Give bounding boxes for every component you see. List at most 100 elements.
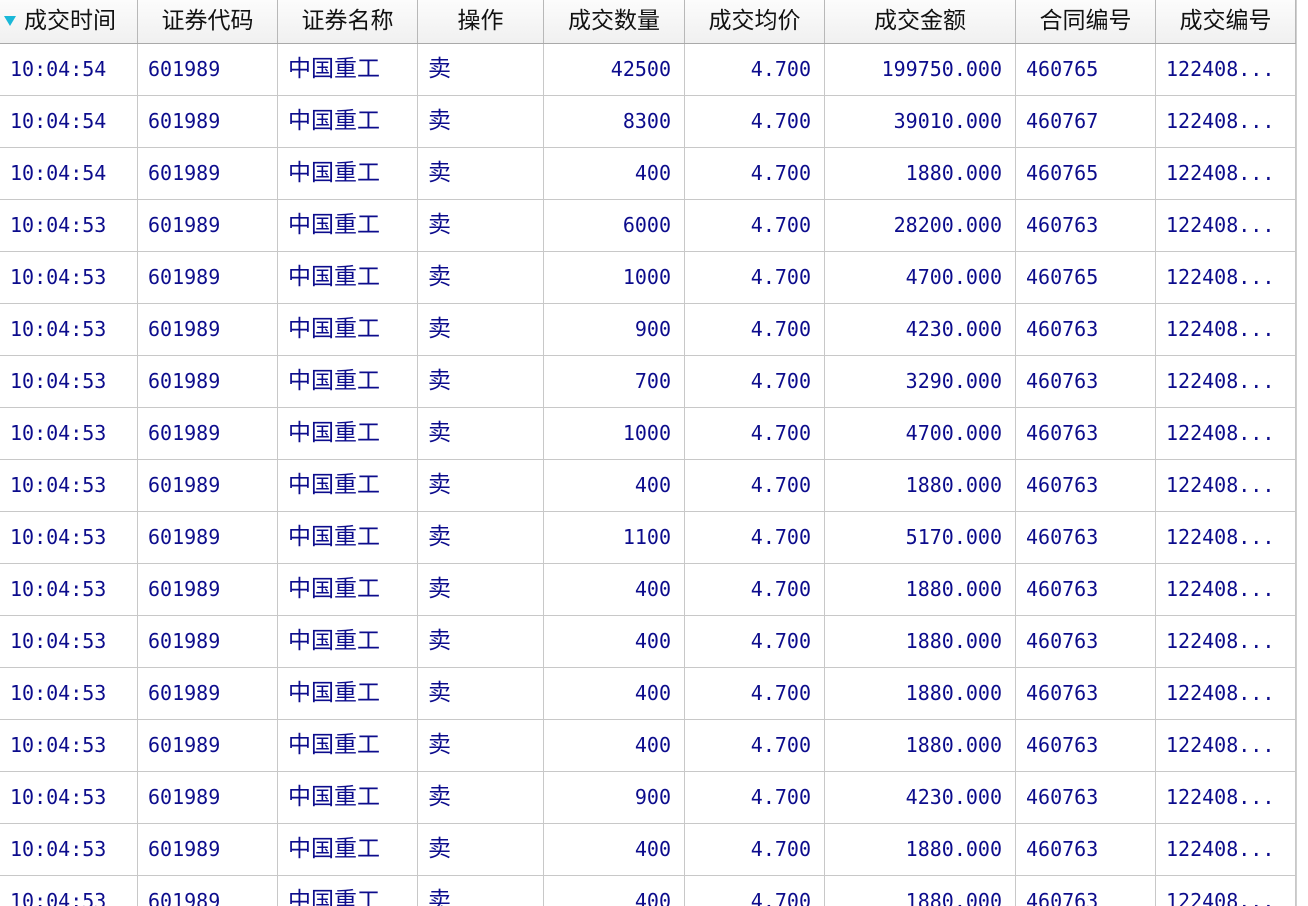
cell-avg-price: 4.700 xyxy=(685,408,825,459)
table-row[interactable]: 10:04:53 601989 中国重工卖 400 4.700 1880.000 46076… xyxy=(0,460,1296,512)
cell-contract-no: 460763 xyxy=(1016,668,1156,719)
cell-operation: 卖 xyxy=(418,44,544,95)
cell-contract-no: 460763 xyxy=(1016,512,1156,563)
cell-avg-price: 4.700 xyxy=(685,616,825,667)
cell-trade-no: 122408... xyxy=(1156,824,1296,875)
vertical-scrollbar[interactable] xyxy=(1296,0,1308,906)
table-row[interactable]: 10:04:53 601989 中国重工卖 6000 4.700 28200.000 460… xyxy=(0,200,1296,252)
cell-avg-price: 4.700 xyxy=(685,44,825,95)
table-row[interactable]: 10:04:54 601989 中国重工卖 42500 4.700 199750.000 4… xyxy=(0,44,1296,96)
cell-amount: 5170.000 xyxy=(825,512,1016,563)
table-row[interactable]: 10:04:53 601989 中国重工卖 1100 4.700 5170.000 4607… xyxy=(0,512,1296,564)
cell-amount: 1880.000 xyxy=(825,720,1016,771)
cell-operation: 卖 xyxy=(418,408,544,459)
cell-quantity: 1000 xyxy=(544,252,685,303)
cell-operation: 卖 xyxy=(418,304,544,355)
cell-security-name: 中国重工 xyxy=(278,148,418,199)
table-row[interactable]: 10:04:54 601989 中国重工卖 8300 4.700 39010.000 460… xyxy=(0,96,1296,148)
cell-contract-no: 460763 xyxy=(1016,564,1156,615)
cell-security-name: 中国重工 xyxy=(278,408,418,459)
cell-quantity: 42500 xyxy=(544,44,685,95)
column-header-trade-no[interactable]: 成交编号 xyxy=(1156,0,1296,43)
cell-security-code: 601989 xyxy=(138,408,278,459)
cell-operation: 卖 xyxy=(418,356,544,407)
cell-security-code: 601989 xyxy=(138,772,278,823)
cell-security-name: 中国重工 xyxy=(278,564,418,615)
cell-avg-price: 4.700 xyxy=(685,200,825,251)
cell-security-name: 中国重工 xyxy=(278,304,418,355)
cell-quantity: 1000 xyxy=(544,408,685,459)
cell-security-name: 中国重工 xyxy=(278,252,418,303)
cell-avg-price: 4.700 xyxy=(685,460,825,511)
table-row[interactable]: 10:04:53 601989 中国重工卖 900 4.700 4230.000 46076… xyxy=(0,304,1296,356)
table-row[interactable]: 10:04:54 601989 中国重工卖 400 4.700 1880.000 46076… xyxy=(0,148,1296,200)
cell-security-name: 中国重工 xyxy=(278,512,418,563)
cell-operation: 卖 xyxy=(418,460,544,511)
cell-trade-time: 10:04:53 xyxy=(0,408,138,459)
cell-quantity: 400 xyxy=(544,564,685,615)
cell-security-code: 601989 xyxy=(138,96,278,147)
column-header-trade-time[interactable]: 成交时间 xyxy=(0,0,138,43)
column-header-operation[interactable]: 操作 xyxy=(418,0,544,43)
cell-contract-no: 460763 xyxy=(1016,460,1156,511)
table-row[interactable]: 10:04:53 601989 中国重工卖 400 4.700 1880.000 46076… xyxy=(0,616,1296,668)
cell-security-code: 601989 xyxy=(138,824,278,875)
cell-amount: 4230.000 xyxy=(825,304,1016,355)
table-row[interactable]: 10:04:53 601989 中国重工卖 400 4.700 1880.000 46076… xyxy=(0,876,1296,906)
table-row[interactable]: 10:04:53 601989 中国重工卖 400 4.700 1880.000 46076… xyxy=(0,824,1296,876)
cell-contract-no: 460763 xyxy=(1016,824,1156,875)
cell-contract-no: 460763 xyxy=(1016,408,1156,459)
cell-trade-time: 10:04:53 xyxy=(0,824,138,875)
table-row[interactable]: 10:04:53 601989 中国重工卖 400 4.700 1880.000 46076… xyxy=(0,564,1296,616)
cell-operation: 卖 xyxy=(418,148,544,199)
cell-security-code: 601989 xyxy=(138,564,278,615)
cell-quantity: 8300 xyxy=(544,96,685,147)
cell-trade-no: 122408... xyxy=(1156,356,1296,407)
cell-amount: 199750.000 xyxy=(825,44,1016,95)
cell-security-code: 601989 xyxy=(138,252,278,303)
column-header-avg-price[interactable]: 成交均价 xyxy=(685,0,825,43)
cell-avg-price: 4.700 xyxy=(685,720,825,771)
table-row[interactable]: 10:04:53 601989 中国重工卖 1000 4.700 4700.000 4607… xyxy=(0,252,1296,304)
cell-trade-time: 10:04:53 xyxy=(0,668,138,719)
table-row[interactable]: 10:04:53 601989 中国重工卖 700 4.700 3290.000 46076… xyxy=(0,356,1296,408)
cell-quantity: 400 xyxy=(544,616,685,667)
cell-trade-no: 122408... xyxy=(1156,772,1296,823)
cell-contract-no: 460763 xyxy=(1016,200,1156,251)
cell-contract-no: 460763 xyxy=(1016,772,1156,823)
table-row[interactable]: 10:04:53 601989 中国重工卖 400 4.700 1880.000 46076… xyxy=(0,668,1296,720)
cell-trade-time: 10:04:53 xyxy=(0,460,138,511)
cell-contract-no: 460765 xyxy=(1016,252,1156,303)
column-header-security-name[interactable]: 证券名称 xyxy=(278,0,418,43)
cell-security-code: 601989 xyxy=(138,668,278,719)
column-header-security-code[interactable]: 证券代码 xyxy=(138,0,278,43)
cell-security-code: 601989 xyxy=(138,44,278,95)
cell-operation: 卖 xyxy=(418,824,544,875)
cell-security-name: 中国重工 xyxy=(278,96,418,147)
cell-trade-no: 122408... xyxy=(1156,148,1296,199)
cell-quantity: 400 xyxy=(544,668,685,719)
table-row[interactable]: 10:04:53 601989 中国重工卖 1000 4.700 4700.000 4607… xyxy=(0,408,1296,460)
cell-security-code: 601989 xyxy=(138,616,278,667)
cell-operation: 卖 xyxy=(418,564,544,615)
cell-security-name: 中国重工 xyxy=(278,876,418,906)
column-header-quantity[interactable]: 成交数量 xyxy=(544,0,685,43)
column-header-amount[interactable]: 成交金额 xyxy=(825,0,1016,43)
table-header: 成交时间 证券代码 证券名称 操作 成交数量 成交均价 成交金额 合同编号 成交… xyxy=(0,0,1296,44)
cell-trade-time: 10:04:53 xyxy=(0,304,138,355)
column-header-contract-no[interactable]: 合同编号 xyxy=(1016,0,1156,43)
cell-quantity: 700 xyxy=(544,356,685,407)
cell-security-name: 中国重工 xyxy=(278,200,418,251)
cell-trade-no: 122408... xyxy=(1156,876,1296,906)
cell-contract-no: 460765 xyxy=(1016,44,1156,95)
cell-trade-time: 10:04:54 xyxy=(0,96,138,147)
table-row[interactable]: 10:04:53 601989 中国重工卖 900 4.700 4230.000 46076… xyxy=(0,772,1296,824)
cell-security-code: 601989 xyxy=(138,200,278,251)
table-row[interactable]: 10:04:53 601989 中国重工卖 400 4.700 1880.000 46076… xyxy=(0,720,1296,772)
cell-contract-no: 460763 xyxy=(1016,616,1156,667)
cell-operation: 卖 xyxy=(418,876,544,906)
cell-avg-price: 4.700 xyxy=(685,304,825,355)
cell-security-name: 中国重工 xyxy=(278,824,418,875)
cell-trade-no: 122408... xyxy=(1156,512,1296,563)
cell-quantity: 400 xyxy=(544,876,685,906)
